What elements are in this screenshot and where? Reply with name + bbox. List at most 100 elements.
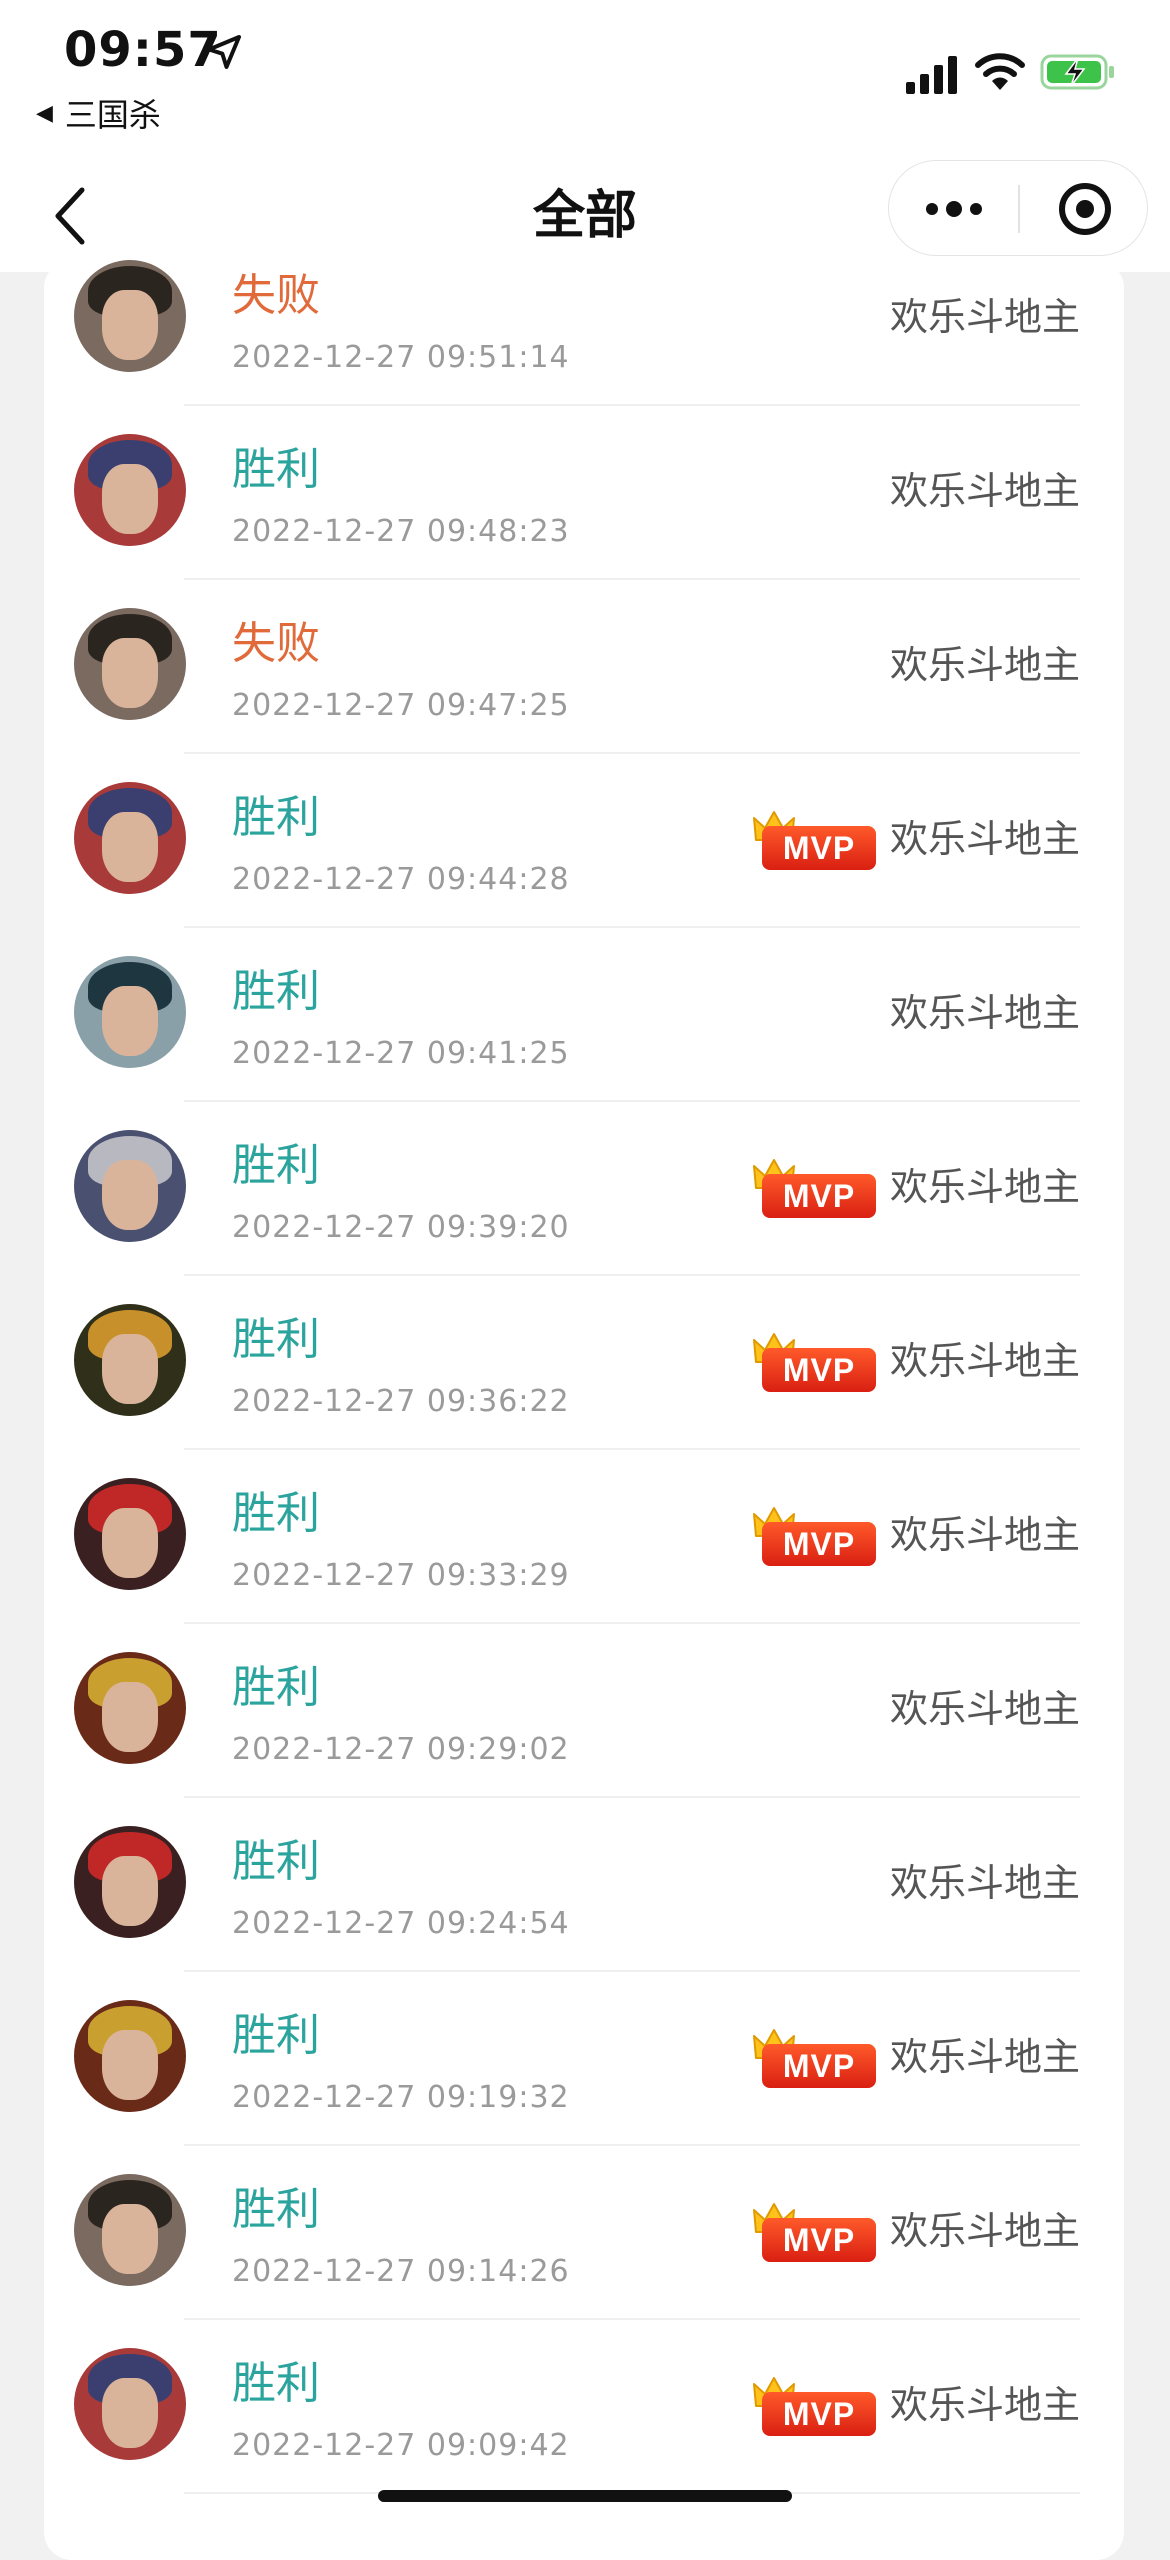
mvp-badge: MVP (752, 1158, 878, 1224)
back-app-label: 三国杀 (64, 96, 161, 134)
game-mode: 欢乐斗地主 (889, 643, 1080, 687)
mvp-badge: MVP (752, 2202, 878, 2268)
record-row[interactable]: 胜利 2022-12-27 09:41:25 欢乐斗地主 (44, 928, 1124, 1102)
avatar-face (102, 2204, 158, 2274)
record-list-card: 失败 2022-12-27 09:51:14 欢乐斗地主 胜利 2022-12-… (44, 260, 1124, 2560)
record-row[interactable]: 胜利 2022-12-27 09:24:54 欢乐斗地主 (44, 1798, 1124, 1972)
record-row[interactable]: 胜利 2022-12-27 09:44:28 欢乐斗地主 MVP (44, 754, 1124, 928)
game-mode: 欢乐斗地主 (889, 1513, 1080, 1557)
result-label: 胜利 (232, 966, 320, 1017)
record-row[interactable]: 失败 2022-12-27 09:51:14 欢乐斗地主 (44, 232, 1124, 406)
game-mode: 欢乐斗地主 (889, 991, 1080, 1035)
hero-avatar (74, 260, 186, 372)
target-close-icon (1058, 183, 1111, 235)
battery-charging-icon (1040, 54, 1114, 90)
game-mode: 欢乐斗地主 (889, 1339, 1080, 1383)
avatar-face (102, 986, 158, 1056)
game-mode: 欢乐斗地主 (889, 2383, 1080, 2427)
more-dots-icon (922, 201, 986, 217)
avatar-face (102, 638, 158, 708)
result-label: 胜利 (232, 2184, 320, 2235)
avatar-face (102, 1334, 158, 1404)
game-mode: 欢乐斗地主 (889, 2035, 1080, 2079)
record-row[interactable]: 胜利 2022-12-27 09:36:22 欢乐斗地主 MVP (44, 1276, 1124, 1450)
result-label: 胜利 (232, 2010, 320, 2061)
record-time: 2022-12-27 09:19:32 (232, 2080, 570, 2115)
avatar-face (102, 1682, 158, 1752)
record-row[interactable]: 胜利 2022-12-27 09:14:26 欢乐斗地主 MVP (44, 2146, 1124, 2320)
mvp-label: MVP (762, 1348, 876, 1392)
location-arrow-icon (207, 35, 241, 69)
game-mode: 欢乐斗地主 (889, 2209, 1080, 2253)
record-row[interactable]: 胜利 2022-12-27 09:09:42 欢乐斗地主 MVP (44, 2320, 1124, 2494)
result-label: 胜利 (232, 1140, 320, 1191)
record-time: 2022-12-27 09:14:26 (232, 2254, 570, 2289)
result-label: 胜利 (232, 1488, 320, 1539)
result-label: 胜利 (232, 1662, 320, 1713)
hero-avatar (74, 2174, 186, 2286)
record-time: 2022-12-27 09:39:20 (232, 1210, 570, 1245)
mvp-badge: MVP (752, 1506, 878, 1572)
hero-avatar (74, 2000, 186, 2112)
mvp-label: MVP (762, 2218, 876, 2262)
result-label: 胜利 (232, 444, 320, 495)
record-time: 2022-12-27 09:47:25 (232, 688, 570, 723)
hero-avatar (74, 608, 186, 720)
result-label: 失败 (232, 618, 320, 669)
avatar-face (102, 1508, 158, 1578)
record-time: 2022-12-27 09:36:22 (232, 1384, 570, 1419)
result-label: 失败 (232, 270, 320, 321)
record-row[interactable]: 胜利 2022-12-27 09:33:29 欢乐斗地主 MVP (44, 1450, 1124, 1624)
mvp-label: MVP (762, 2392, 876, 2436)
hero-avatar (74, 2348, 186, 2460)
hero-avatar (74, 956, 186, 1068)
home-indicator (378, 2490, 792, 2502)
record-time: 2022-12-27 09:44:28 (232, 862, 570, 897)
record-row[interactable]: 胜利 2022-12-27 09:29:02 欢乐斗地主 (44, 1624, 1124, 1798)
avatar-face (102, 464, 158, 534)
record-row[interactable]: 失败 2022-12-27 09:47:25 欢乐斗地主 (44, 580, 1124, 754)
wifi-icon (975, 53, 1025, 90)
hero-avatar (74, 1826, 186, 1938)
result-label: 胜利 (232, 1836, 320, 1887)
record-time: 2022-12-27 09:29:02 (232, 1732, 570, 1767)
record-time: 2022-12-27 09:51:14 (232, 340, 570, 375)
record-time: 2022-12-27 09:24:54 (232, 1906, 570, 1941)
mvp-label: MVP (762, 826, 876, 870)
mvp-badge: MVP (752, 2376, 878, 2442)
game-mode: 欢乐斗地主 (889, 469, 1080, 513)
mvp-badge: MVP (752, 2028, 878, 2094)
mvp-label: MVP (762, 1522, 876, 1566)
record-row[interactable]: 胜利 2022-12-27 09:19:32 欢乐斗地主 MVP (44, 1972, 1124, 2146)
status-bar: 09:57 ◀ 三国杀 (0, 0, 1170, 160)
mvp-badge: MVP (752, 1332, 878, 1398)
result-label: 胜利 (232, 792, 320, 843)
result-label: 胜利 (232, 1314, 320, 1365)
back-to-app-link[interactable]: ◀ 三国杀 (36, 90, 161, 136)
record-row[interactable]: 胜利 2022-12-27 09:48:23 欢乐斗地主 (44, 406, 1124, 580)
record-time: 2022-12-27 09:41:25 (232, 1036, 570, 1071)
game-mode: 欢乐斗地主 (889, 817, 1080, 861)
record-row[interactable]: 胜利 2022-12-27 09:39:20 欢乐斗地主 MVP (44, 1102, 1124, 1276)
avatar-face (102, 812, 158, 882)
avatar-face (102, 1160, 158, 1230)
mvp-badge: MVP (752, 810, 878, 876)
avatar-face (102, 1856, 158, 1926)
avatar-face (102, 290, 158, 360)
hero-avatar (74, 1130, 186, 1242)
mvp-label: MVP (762, 1174, 876, 1218)
signal-icon (906, 56, 957, 94)
record-time: 2022-12-27 09:09:42 (232, 2428, 570, 2463)
status-time: 09:57 (64, 22, 222, 78)
game-mode: 欢乐斗地主 (889, 1165, 1080, 1209)
game-mode: 欢乐斗地主 (889, 1861, 1080, 1905)
game-mode: 欢乐斗地主 (889, 295, 1080, 339)
result-label: 胜利 (232, 2358, 320, 2409)
game-mode: 欢乐斗地主 (889, 1687, 1080, 1731)
avatar-face (102, 2030, 158, 2100)
hero-avatar (74, 1304, 186, 1416)
mvp-label: MVP (762, 2044, 876, 2088)
hero-avatar (74, 1652, 186, 1764)
back-triangle-icon: ◀ (36, 100, 53, 126)
hero-avatar (74, 1478, 186, 1590)
